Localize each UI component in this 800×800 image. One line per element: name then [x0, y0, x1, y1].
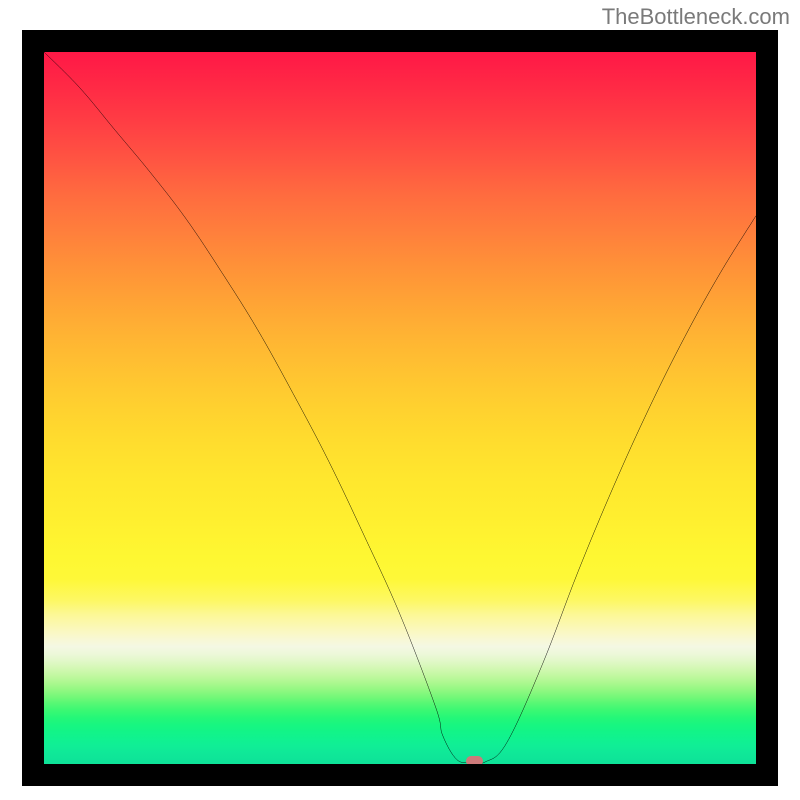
- curve-layer: [44, 52, 756, 764]
- watermark-text: TheBottleneck.com: [602, 4, 790, 30]
- chart-container: TheBottleneck.com: [0, 0, 800, 800]
- optimum-marker: [466, 756, 483, 764]
- chart-frame: [22, 30, 778, 786]
- plot-area: [44, 52, 756, 764]
- bottleneck-curve: [44, 52, 756, 763]
